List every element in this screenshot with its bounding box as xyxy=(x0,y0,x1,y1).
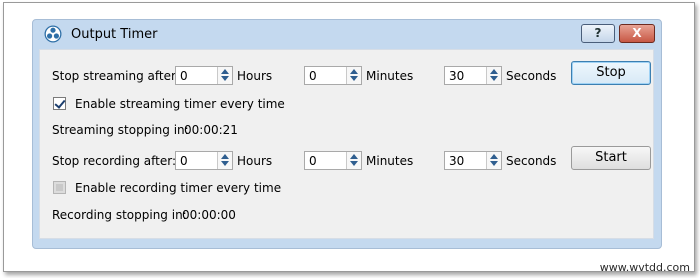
recording-stopping-in-value: 00:00:00 xyxy=(182,208,236,222)
enable-recording-timer-checkbox[interactable] xyxy=(53,181,66,194)
recording-seconds-value: 30 xyxy=(449,154,465,168)
streaming-stopping-in-value: 00:00:21 xyxy=(184,123,238,137)
watermark-text: www.wvtdd.com xyxy=(599,261,690,274)
streaming-seconds-spinbox[interactable]: 30 xyxy=(444,66,502,85)
streaming-seconds-spin-buttons xyxy=(486,67,501,84)
increment-arrow-icon[interactable] xyxy=(487,152,501,160)
recording-minutes-value: 0 xyxy=(309,154,317,168)
output-timer-window: Output Timer ? X Stop streaming after: 0… xyxy=(32,19,662,249)
timer-panel: Stop streaming after: 0 Hours 0 Minutes … xyxy=(39,49,654,239)
recording-stopping-in-label: Recording stopping in: xyxy=(52,208,187,222)
increment-arrow-icon[interactable] xyxy=(347,152,361,160)
increment-arrow-icon[interactable] xyxy=(218,67,232,75)
decrement-arrow-icon[interactable] xyxy=(487,75,501,83)
increment-arrow-icon[interactable] xyxy=(487,67,501,75)
stop-streaming-after-label: Stop streaming after: xyxy=(52,69,180,83)
obs-logo-icon xyxy=(44,25,62,43)
close-button[interactable]: X xyxy=(619,24,655,43)
window-title: Output Timer xyxy=(71,27,158,42)
increment-arrow-icon[interactable] xyxy=(218,152,232,160)
streaming-minutes-value: 0 xyxy=(309,69,317,83)
recording-seconds-spinbox[interactable]: 30 xyxy=(444,151,502,170)
stop-recording-after-label: Stop recording after: xyxy=(52,154,177,168)
recording-minutes-spin-buttons xyxy=(346,152,361,169)
decrement-arrow-icon[interactable] xyxy=(218,160,232,168)
streaming-stopping-in-label: Streaming stopping in: xyxy=(52,123,189,137)
streaming-seconds-unit: Seconds xyxy=(506,69,557,83)
streaming-minutes-spinbox[interactable]: 0 xyxy=(304,66,362,85)
stop-streaming-button[interactable]: Stop xyxy=(571,61,651,85)
streaming-hours-spin-buttons xyxy=(217,67,232,84)
enable-recording-timer-label[interactable]: Enable recording timer every time xyxy=(75,181,281,195)
streaming-minutes-spin-buttons xyxy=(346,67,361,84)
streaming-hours-spinbox[interactable]: 0 xyxy=(175,66,233,85)
recording-minutes-spinbox[interactable]: 0 xyxy=(304,151,362,170)
decrement-arrow-icon[interactable] xyxy=(218,75,232,83)
streaming-hours-unit: Hours xyxy=(237,69,273,83)
increment-arrow-icon[interactable] xyxy=(347,67,361,75)
recording-seconds-spin-buttons xyxy=(486,152,501,169)
recording-hours-spin-buttons xyxy=(217,152,232,169)
decrement-arrow-icon[interactable] xyxy=(347,160,361,168)
recording-seconds-unit: Seconds xyxy=(506,154,557,168)
decrement-arrow-icon[interactable] xyxy=(347,75,361,83)
recording-hours-unit: Hours xyxy=(237,154,273,168)
start-recording-button[interactable]: Start xyxy=(571,146,651,170)
recording-hours-spinbox[interactable]: 0 xyxy=(175,151,233,170)
recording-hours-value: 0 xyxy=(180,154,188,168)
streaming-seconds-value: 30 xyxy=(449,69,465,83)
help-button[interactable]: ? xyxy=(581,24,615,43)
recording-minutes-unit: Minutes xyxy=(366,154,414,168)
enable-streaming-timer-checkbox[interactable] xyxy=(53,97,66,110)
title-bar[interactable]: Output Timer ? X xyxy=(33,20,661,48)
streaming-hours-value: 0 xyxy=(180,69,188,83)
streaming-minutes-unit: Minutes xyxy=(366,69,414,83)
screenshot-frame: Output Timer ? X Stop streaming after: 0… xyxy=(3,2,695,272)
enable-streaming-timer-label[interactable]: Enable streaming timer every time xyxy=(75,97,285,111)
decrement-arrow-icon[interactable] xyxy=(487,160,501,168)
